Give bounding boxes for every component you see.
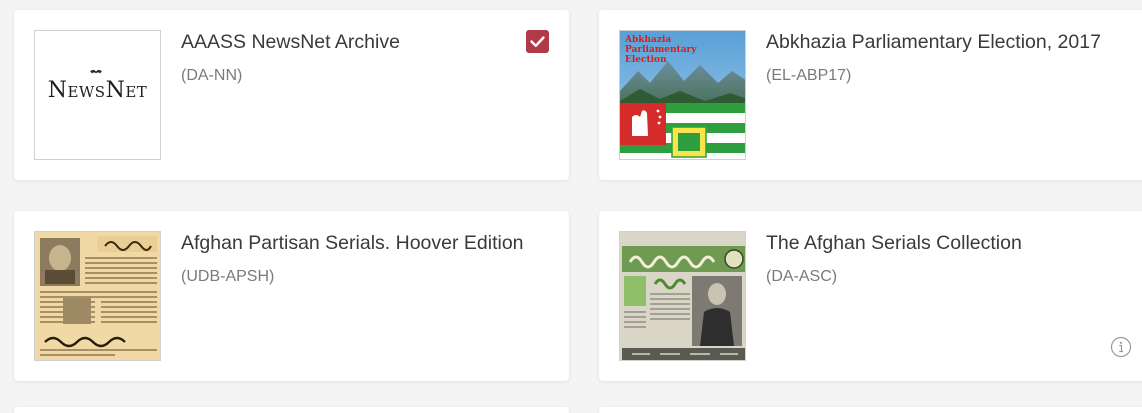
collection-code: (DA-NN) — [181, 67, 243, 84]
collection-thumbnail[interactable] — [34, 231, 161, 361]
collection-code: (DA-ASC) — [766, 268, 838, 285]
collection-title[interactable]: AAASS NewsNet Archive — [181, 31, 400, 54]
collection-code: (UDB-APSH) — [181, 268, 275, 285]
collection-card-newsnet[interactable]: NewsNet AAASS NewsNet Archive (DA-NN) — [14, 10, 569, 180]
collection-code: (EL-ABP17) — [766, 67, 852, 84]
collection-title[interactable]: Abkhazia Parliamentary Election, 2017 — [766, 31, 1101, 54]
collection-grid: NewsNet AAASS NewsNet Archive (DA-NN) Ab… — [0, 0, 1142, 413]
info-icon[interactable] — [1110, 336, 1132, 358]
collection-card-partial[interactable] — [599, 407, 1142, 413]
afghan-newspaper-scan-icon — [35, 232, 160, 360]
collection-title[interactable]: Afghan Partisan Serials. Hoover Edition — [181, 232, 524, 255]
collection-card-afghan-partisan[interactable]: Afghan Partisan Serials. Hoover Edition … — [14, 211, 569, 381]
collection-card-abkhazia[interactable]: Abkhazia Parliamentary Election Abkhazia… — [599, 10, 1142, 180]
collection-title[interactable]: The Afghan Serials Collection — [766, 232, 1022, 255]
collection-thumbnail[interactable]: NewsNet — [34, 30, 161, 160]
newsnet-logo-text: NewsNet — [47, 78, 148, 103]
collection-card-partial[interactable] — [14, 407, 569, 413]
select-checkbox[interactable] — [526, 30, 549, 53]
checkbox-checked-icon — [526, 30, 549, 53]
afghan-newspaper-cover-icon — [620, 232, 745, 360]
collection-card-afghan-serials[interactable]: The Afghan Serials Collection (DA-ASC) — [599, 211, 1142, 381]
collection-thumbnail[interactable] — [619, 231, 746, 361]
collection-thumbnail[interactable]: Abkhazia Parliamentary Election — [619, 30, 746, 160]
poster-title-text: Abkhazia Parliamentary Election — [625, 35, 697, 65]
